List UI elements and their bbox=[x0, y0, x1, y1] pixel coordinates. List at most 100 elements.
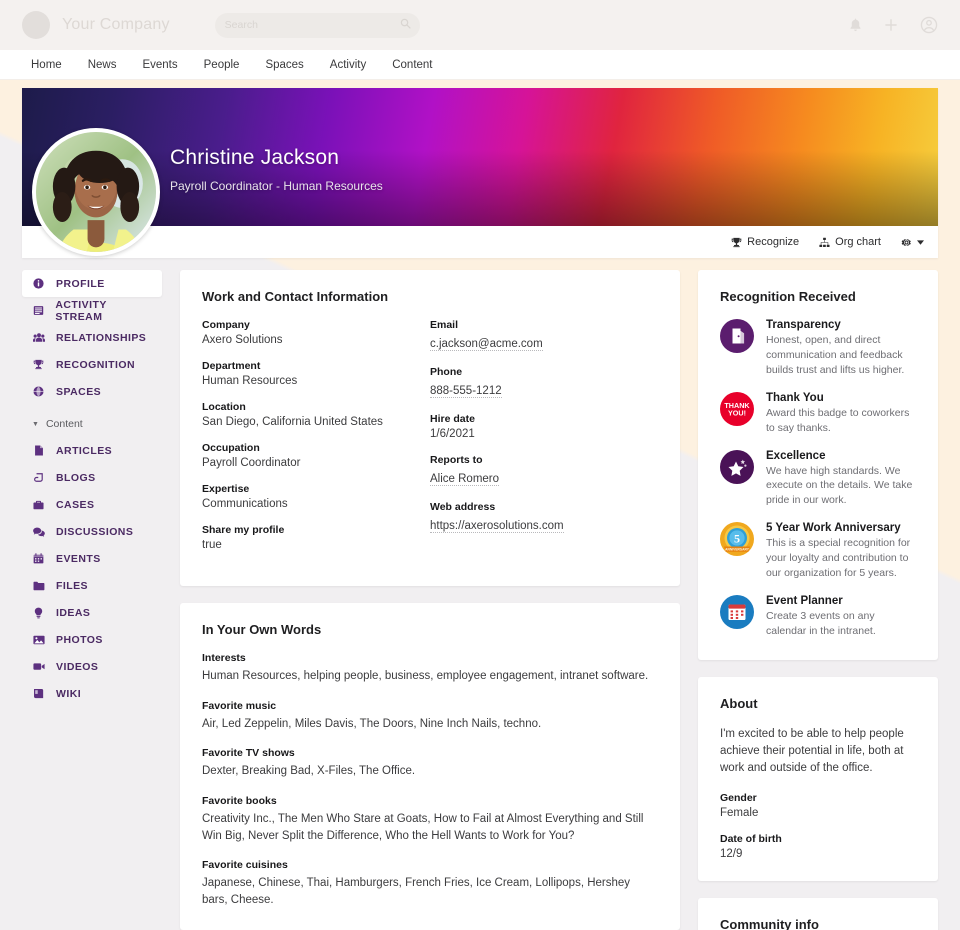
field-label: Gender bbox=[720, 792, 916, 804]
sidebar-item-events[interactable]: EVENTS bbox=[22, 545, 162, 572]
recognition-name: Thank You bbox=[766, 392, 916, 404]
page-layout: PROFILE ACTIVITY STREAM RELATIONSHIPS RE… bbox=[0, 258, 960, 930]
nav-item-activity[interactable]: Activity bbox=[321, 55, 375, 75]
field-value-link[interactable]: https://axerosolutions.com bbox=[430, 520, 564, 533]
account-icon[interactable] bbox=[920, 16, 938, 34]
sidebar-item-activity-stream[interactable]: ACTIVITY STREAM bbox=[22, 297, 162, 324]
recognition-name: Transparency bbox=[766, 319, 916, 331]
profile-sidebar: PROFILE ACTIVITY STREAM RELATIONSHIPS RE… bbox=[22, 270, 162, 707]
sidebar-item-articles[interactable]: ARTICLES bbox=[22, 437, 162, 464]
recognize-button[interactable]: Recognize bbox=[731, 236, 799, 248]
field-value: San Diego, California United States bbox=[202, 416, 430, 428]
profile-name: Christine Jackson bbox=[170, 146, 383, 170]
nav-item-home[interactable]: Home bbox=[22, 55, 71, 75]
recognition-item-transparency[interactable]: Transparency Honest, open, and direct co… bbox=[720, 319, 916, 378]
recognition-name: 5 Year Work Anniversary bbox=[766, 522, 916, 534]
community-info-card: Community info bbox=[698, 898, 938, 930]
chevron-down-icon: ▼ bbox=[32, 421, 39, 428]
nav-item-spaces[interactable]: Spaces bbox=[256, 55, 312, 75]
plus-icon[interactable] bbox=[884, 18, 898, 32]
anniversary-badge-icon: 5 ANNIVERSARY bbox=[720, 522, 754, 556]
recognition-item-thank-you[interactable]: THANKYOU! Thank You Award this badge to … bbox=[720, 392, 916, 436]
org-chart-button[interactable]: Org chart bbox=[819, 236, 881, 248]
calendar-badge-icon bbox=[720, 595, 754, 629]
recognition-item-event-planner[interactable]: Event Planner Create 3 events on any cal… bbox=[720, 595, 916, 639]
lightbulb-icon bbox=[32, 607, 45, 619]
field-label: Expertise bbox=[202, 483, 430, 495]
field-department: Department Human Resources bbox=[202, 360, 430, 387]
sidebar-group-content[interactable]: ▼ Content bbox=[22, 411, 162, 437]
recognition-item-5-year-work-anniversary[interactable]: 5 ANNIVERSARY 5 Year Work Anniversary Th… bbox=[720, 522, 916, 581]
sidebar-item-relationships[interactable]: RELATIONSHIPS bbox=[22, 324, 162, 351]
nav-item-events[interactable]: Events bbox=[133, 55, 186, 75]
field-label: Reports to bbox=[430, 454, 658, 466]
sidebar-item-wiki[interactable]: WIKI bbox=[22, 680, 162, 707]
profile-cover-image: Christine Jackson Payroll Coordinator - … bbox=[22, 88, 938, 226]
field-value: 12/9 bbox=[720, 848, 916, 860]
gear-icon bbox=[901, 237, 912, 248]
sidebar-item-recognition[interactable]: RECOGNITION bbox=[22, 351, 162, 378]
sidebar-item-files[interactable]: FILES bbox=[22, 572, 162, 599]
org-chart-label: Org chart bbox=[835, 236, 881, 248]
sidebar-item-photos[interactable]: PHOTOS bbox=[22, 626, 162, 653]
recognize-label: Recognize bbox=[747, 236, 799, 248]
recognition-desc: Create 3 events on any calendar in the i… bbox=[766, 609, 916, 639]
list-icon bbox=[32, 305, 44, 316]
search-icon[interactable] bbox=[400, 16, 411, 34]
folder-icon bbox=[32, 581, 45, 591]
words-text: Air, Led Zeppelin, Miles Davis, The Door… bbox=[202, 716, 658, 733]
words-label: Favorite TV shows bbox=[202, 747, 658, 759]
recognition-desc: We have high standards. We execute on th… bbox=[766, 464, 916, 509]
field-value-link[interactable]: 888-555-1212 bbox=[430, 385, 502, 398]
sidebar-label-wiki: WIKI bbox=[56, 688, 81, 700]
sidebar-item-discussions[interactable]: DISCUSSIONS bbox=[22, 518, 162, 545]
words-title: In Your Own Words bbox=[202, 622, 658, 637]
sidebar-item-ideas[interactable]: IDEAS bbox=[22, 599, 162, 626]
field-value: Axero Solutions bbox=[202, 334, 430, 346]
sidebar-label-files: FILES bbox=[56, 580, 88, 592]
svg-text:ANNIVERSARY: ANNIVERSARY bbox=[725, 548, 750, 552]
sidebar-label-videos: VIDEOS bbox=[56, 661, 98, 673]
field-gender: Gender Female bbox=[720, 792, 916, 819]
recognition-title: Recognition Received bbox=[720, 289, 916, 304]
nav-item-people[interactable]: People bbox=[195, 55, 249, 75]
recognition-desc: Award this badge to coworkers to say tha… bbox=[766, 406, 916, 436]
right-column: Recognition Received Transparency Honest… bbox=[698, 270, 938, 930]
about-card: About I'm excited to be able to help peo… bbox=[698, 677, 938, 881]
field-share-my-profile: Share my profile true bbox=[202, 524, 430, 551]
field-label: Location bbox=[202, 401, 430, 413]
nav-item-content[interactable]: Content bbox=[383, 55, 441, 75]
recognition-item-excellence[interactable]: Excellence We have high standards. We ex… bbox=[720, 450, 916, 509]
settings-menu-button[interactable] bbox=[901, 237, 924, 248]
field-label: Occupation bbox=[202, 442, 430, 454]
recognition-desc: Honest, open, and direct communication a… bbox=[766, 333, 916, 378]
sidebar-label-recognition: RECOGNITION bbox=[56, 359, 135, 371]
trophy-icon bbox=[731, 237, 742, 248]
sidebar-item-profile[interactable]: PROFILE bbox=[22, 270, 162, 297]
svg-text:YOU!: YOU! bbox=[728, 408, 746, 417]
brand[interactable]: Your Company bbox=[22, 11, 170, 39]
sidebar-item-cases[interactable]: CASES bbox=[22, 491, 162, 518]
field-value: true bbox=[202, 539, 430, 551]
nav-item-news[interactable]: News bbox=[79, 55, 126, 75]
blog-icon bbox=[32, 472, 45, 483]
bell-icon[interactable] bbox=[849, 18, 862, 32]
field-value-link[interactable]: c.jackson@acme.com bbox=[430, 338, 543, 351]
video-icon bbox=[32, 662, 45, 671]
company-name: Your Company bbox=[62, 16, 170, 34]
avatar[interactable] bbox=[32, 128, 160, 256]
field-value-link[interactable]: Alice Romero bbox=[430, 473, 499, 486]
field-value: 1/6/2021 bbox=[430, 428, 658, 440]
main-content: Work and Contact Information Company Axe… bbox=[180, 270, 680, 930]
words-label: Favorite books bbox=[202, 795, 658, 807]
in-your-own-words-card: In Your Own Words Interests Human Resour… bbox=[180, 603, 680, 930]
about-title: About bbox=[720, 696, 916, 711]
sidebar-item-spaces[interactable]: SPACES bbox=[22, 378, 162, 405]
svg-text:5: 5 bbox=[734, 532, 740, 546]
words-text: Human Resources, helping people, busines… bbox=[202, 668, 658, 685]
search-input[interactable]: Search bbox=[215, 13, 420, 38]
recognition-name: Excellence bbox=[766, 450, 916, 462]
sidebar-item-videos[interactable]: VIDEOS bbox=[22, 653, 162, 680]
words-text: Dexter, Breaking Bad, X-Files, The Offic… bbox=[202, 763, 658, 780]
sidebar-item-blogs[interactable]: BLOGS bbox=[22, 464, 162, 491]
